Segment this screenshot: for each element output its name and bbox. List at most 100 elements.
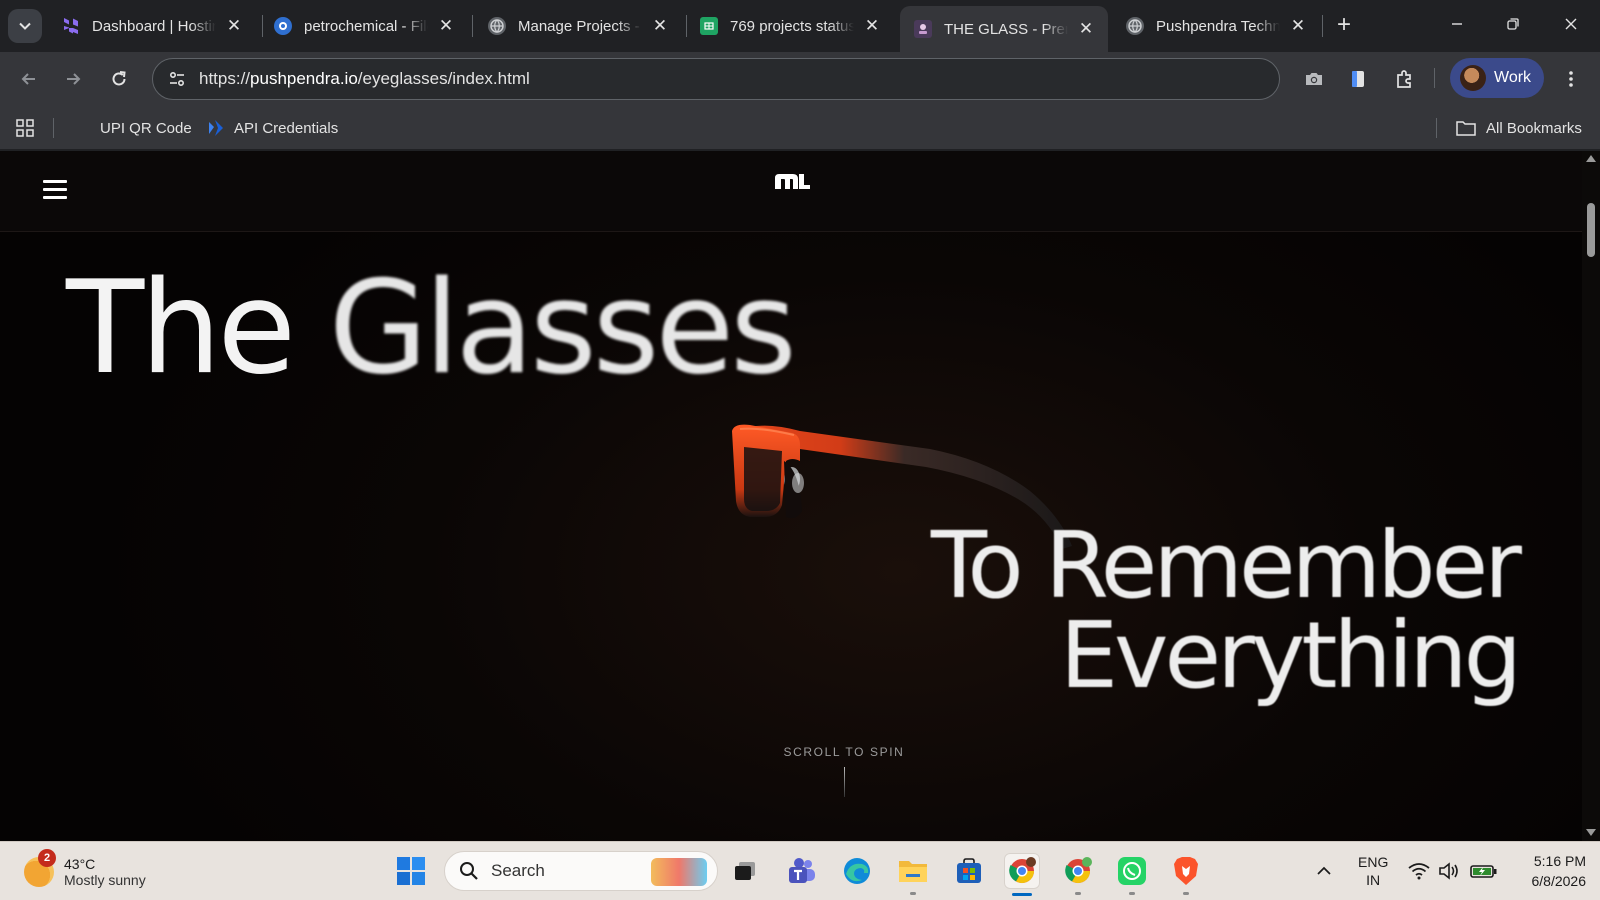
bookmarks-divider [53,118,54,138]
tab-strip: Dashboard | Hosting ✕ petrochemical - Fi… [0,0,1600,52]
taskbar-app-file-explorer[interactable] [895,853,931,895]
scroll-down-arrow-icon[interactable] [1586,829,1596,836]
extensions-button[interactable] [1390,65,1418,93]
weather-temperature: 43°C [64,856,96,872]
windows-logo-icon [397,857,425,885]
browser-toolbar: https://pushpendra.io/eyeglasses/index.h… [0,52,1600,106]
taskbar-app-whatsapp[interactable] [1114,853,1150,895]
apps-button[interactable] [16,116,34,140]
close-window-button[interactable] [1548,8,1594,42]
puzzle-icon [1397,70,1411,88]
tab-search-button[interactable] [8,9,42,43]
tab-the-glass[interactable]: THE GLASS - Premium ✕ [900,6,1108,52]
profile-button[interactable]: Work [1450,58,1544,98]
screenshot-button[interactable] [1300,65,1328,93]
url-scheme: https:// [199,69,251,88]
tab-title: Dashboard | Hosting [92,17,216,35]
active-indicator [1012,893,1032,896]
tab-divider [1322,15,1323,37]
scrollbar-thumb[interactable] [1587,203,1595,257]
chrome-menu-button[interactable] [1557,65,1585,93]
taskbar-app-teams[interactable] [783,853,819,889]
bookmark-api-credentials[interactable]: API Credentials [208,116,338,140]
chrome-icon [1009,857,1036,884]
tune-icon [169,71,185,87]
hero-title: The Glasses [66,265,797,393]
arrow-left-icon [21,73,35,85]
forward-button[interactable] [56,62,90,96]
globe-icon [488,17,506,35]
address-bar[interactable]: https://pushpendra.io/eyeglasses/index.h… [152,58,1280,100]
minimize-button[interactable] [1434,8,1480,42]
quick-settings-button[interactable] [1408,842,1498,900]
avatar [1460,65,1486,91]
bookmark-label: UPI QR Code [100,119,192,137]
taskbar-app-chrome-secondary[interactable] [1060,853,1096,895]
tab-petrochemical[interactable]: petrochemical - Files ✕ [260,6,468,46]
globe-icon [1126,17,1144,35]
hostinger-icon [62,17,80,35]
tab-title: Pushpendra Technologies [1156,17,1280,35]
battery-charging-icon [1470,865,1497,878]
clock-date: 6/8/2026 [1531,873,1587,889]
taskbar-app-chrome-work[interactable] [1004,853,1040,896]
tray-overflow-button[interactable] [1316,842,1332,900]
hero-title-word: Glasses [328,254,797,403]
running-indicator [1075,892,1081,895]
profile-label: Work [1494,69,1532,86]
new-tab-button[interactable]: + [1330,12,1358,40]
menu-button[interactable] [43,180,67,200]
task-view-button[interactable] [727,853,763,889]
clock[interactable]: 5:16 PM 6/8/2026 [1512,842,1587,900]
more-vert-icon [1569,71,1573,87]
scroll-up-arrow-icon[interactable] [1586,155,1596,162]
restore-button[interactable] [1490,8,1536,42]
site-logo[interactable] [773,171,811,193]
hero-tagline: To Remember Everything [930,512,1522,710]
running-indicator [1129,892,1135,895]
tagline-line: Everything [1059,602,1522,710]
page-viewport: The Glasses To Remember Everything SCROL… [0,151,1582,841]
language-indicator[interactable]: ENG IN [1358,842,1388,900]
site-header [0,151,1582,232]
api-logo-icon [209,120,223,136]
bookmark-upi-qr-code[interactable]: UPI QR Code [100,116,192,140]
taskbar-search[interactable]: Search [444,851,718,891]
toolbar-divider [1434,68,1435,88]
weather-widget[interactable]: 2 43°C Mostly sunny [24,849,146,894]
reading-list-button[interactable] [1344,65,1372,93]
tab-title: 769 projects status [730,17,854,35]
restore-icon [1507,18,1519,30]
taskbar-app-edge[interactable] [839,853,875,889]
close-icon[interactable]: ✕ [436,16,456,36]
back-button[interactable] [12,62,46,96]
glass-icon [914,20,932,38]
taskbar-app-brave[interactable] [1168,853,1204,895]
tab-projects-status[interactable]: 769 projects status ✕ [686,6,894,46]
all-bookmarks-label: All Bookmarks [1486,119,1582,137]
chevron-down-icon [19,22,31,30]
running-indicator [1183,892,1189,895]
sheets-icon [700,17,718,35]
taskbar-app-store[interactable] [951,853,987,889]
tab-manage-projects[interactable]: Manage Projects - ✕ [474,6,682,46]
tagline-line: To Remember [930,512,1522,619]
url-host: pushpendra.io [250,69,358,88]
close-icon[interactable]: ✕ [862,16,882,36]
scroll-indicator-line [844,767,845,797]
close-icon[interactable]: ✕ [224,16,244,36]
search-placeholder: Search [491,861,545,880]
url-text[interactable]: https://pushpendra.io/eyeglasses/index.h… [199,69,530,89]
close-icon[interactable]: ✕ [1076,19,1096,39]
tab-pushpendra[interactable]: Pushpendra Technologies ✕ [1112,6,1320,46]
scroll-hint: SCROLL TO SPIN [783,745,905,759]
reload-button[interactable] [102,62,136,96]
all-bookmarks-button[interactable]: All Bookmarks [1456,116,1582,140]
page-scrollbar[interactable] [1582,151,1600,841]
clipboard-icon [1352,71,1364,87]
start-button[interactable] [396,856,426,886]
tab-dashboard[interactable]: Dashboard | Hosting ✕ [48,6,256,46]
site-info-button[interactable] [157,70,197,88]
close-icon[interactable]: ✕ [650,16,670,36]
close-icon[interactable]: ✕ [1288,16,1308,36]
